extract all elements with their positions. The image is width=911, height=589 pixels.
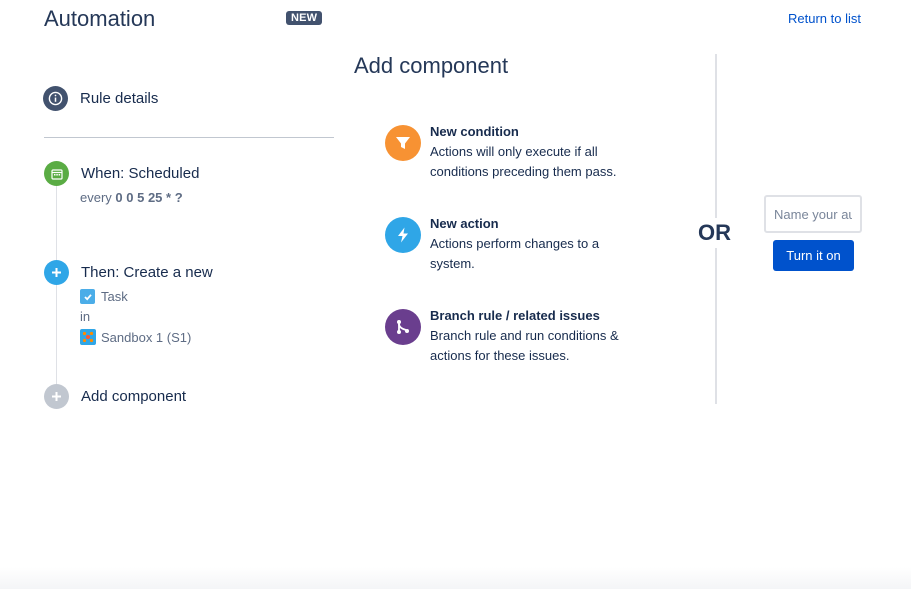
- project-avatar-icon: [80, 329, 96, 345]
- info-icon[interactable]: [43, 86, 68, 111]
- filter-icon: [385, 125, 421, 161]
- add-component-plus-icon[interactable]: [44, 384, 69, 409]
- rail-divider: [44, 137, 334, 138]
- bottom-scroll-shadow: [0, 567, 911, 589]
- trigger-step-title[interactable]: When: Scheduled: [81, 165, 199, 182]
- component-title: Branch rule / related issues: [430, 308, 600, 323]
- project-row: Sandbox 1 (S1): [80, 329, 191, 345]
- project-label: Sandbox 1 (S1): [101, 329, 192, 345]
- schedule-summary: every 0 0 5 25 * ?: [80, 190, 183, 205]
- rule-name-input[interactable]: [764, 195, 862, 233]
- rule-details-link[interactable]: Rule details: [80, 90, 158, 107]
- calendar-icon[interactable]: [44, 161, 69, 186]
- add-component-step[interactable]: Add component: [81, 388, 186, 405]
- component-description: Branch rule and run conditions & actions…: [430, 328, 619, 363]
- add-component-heading: Add component: [354, 53, 509, 78]
- new-badge: NEW: [286, 11, 323, 25]
- task-checkbox-icon: [80, 289, 95, 304]
- timeline-line: [56, 186, 57, 396]
- lightning-icon: [385, 217, 421, 253]
- or-separator: OR: [698, 218, 731, 248]
- component-title: New action: [430, 216, 499, 231]
- component-description: Actions will only execute if all conditi…: [430, 144, 617, 179]
- component-title: New condition: [430, 124, 519, 139]
- in-connector: in: [80, 309, 91, 324]
- schedule-prefix: every: [80, 190, 112, 205]
- branch-icon: [385, 309, 421, 345]
- component-description: Actions perform changes to a system.: [430, 236, 600, 271]
- issue-type-row: Task: [80, 289, 128, 304]
- plus-icon[interactable]: [44, 260, 69, 285]
- return-to-list-link[interactable]: Return to list: [788, 11, 861, 26]
- cron-expression: 0 0 5 25 * ?: [115, 190, 183, 205]
- turn-it-on-button[interactable]: Turn it on: [773, 240, 854, 271]
- page-title: Automation: [44, 6, 156, 31]
- issue-type-label: Task: [101, 289, 128, 304]
- action-step-title[interactable]: Then: Create a new: [81, 264, 213, 281]
